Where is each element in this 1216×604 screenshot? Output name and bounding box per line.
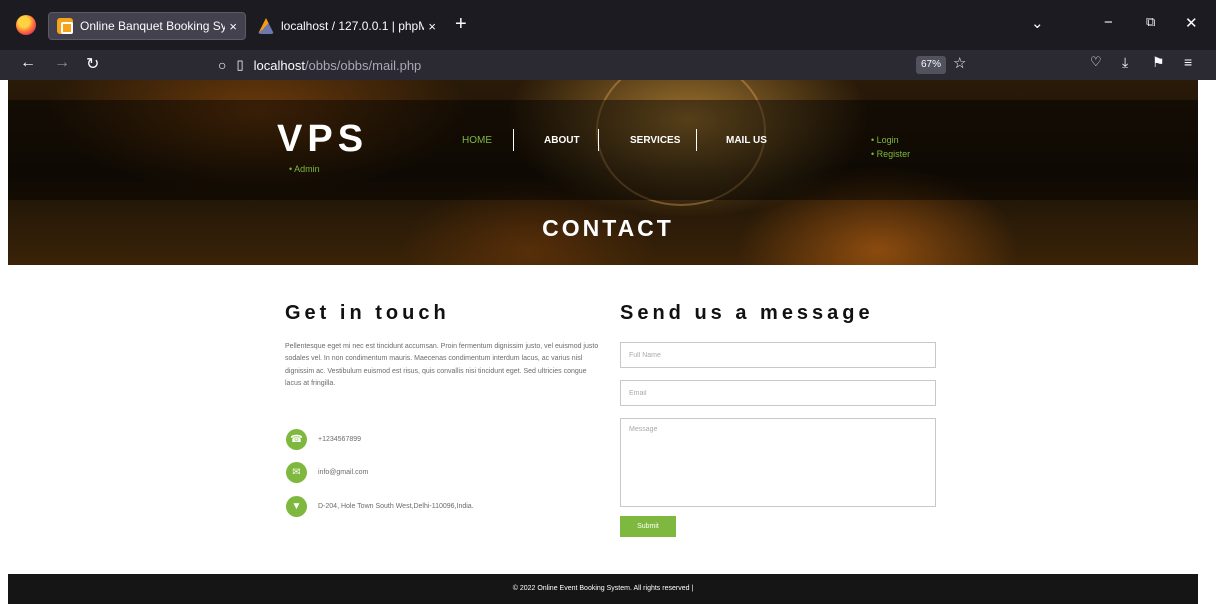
url-host: localhost xyxy=(253,57,305,73)
nav-services[interactable]: SERVICES xyxy=(630,135,680,146)
forward-arrow-icon[interactable]: → xyxy=(54,54,70,72)
full-name-input[interactable] xyxy=(620,342,936,368)
page-info-icon[interactable]: ▯ xyxy=(236,57,243,73)
address-text: D-204, Hole Town South West,Delhi-110096… xyxy=(318,503,474,510)
nav-divider xyxy=(598,129,599,151)
downloads-icon[interactable]: ⤓ xyxy=(1122,54,1128,71)
footer-copyright: © 2022 Online Event Booking System. All … xyxy=(8,574,1198,604)
phone-number: +1234567899 xyxy=(318,436,362,443)
header-band xyxy=(8,100,1198,200)
pocket-icon[interactable]: ♡ xyxy=(1090,54,1102,70)
tab-title: Online Banquet Booking System xyxy=(80,19,226,33)
message-textarea[interactable] xyxy=(620,418,936,507)
tab-online-banquet-booking[interactable]: Online Banquet Booking System × xyxy=(48,12,246,40)
new-tab-button[interactable]: + xyxy=(455,13,467,36)
phpmyadmin-favicon-icon xyxy=(258,18,274,34)
address-bar[interactable]: ○ ▯ localhost/obbs/obbs/mail.php xyxy=(218,54,421,76)
page-title: CONTACT xyxy=(542,215,674,241)
tab-title: localhost / 127.0.0.1 | phpMyAdmin xyxy=(281,19,425,33)
reload-icon[interactable]: ↻ xyxy=(86,54,99,74)
banquet-favicon-icon xyxy=(57,18,73,34)
nav-about[interactable]: ABOUT xyxy=(544,135,580,146)
submit-button[interactable]: Submit xyxy=(620,516,676,537)
get-in-touch-heading: Get in touch xyxy=(285,302,450,324)
bookmark-star-icon[interactable]: ☆ xyxy=(953,54,966,72)
register-link[interactable]: • Register xyxy=(871,149,910,159)
email-address: info@gmail.com xyxy=(318,469,369,476)
browser-nav-bar: ← → ↻ ○ ▯ localhost/obbs/obbs/mail.php ☆… xyxy=(0,50,1216,80)
email-input[interactable] xyxy=(620,380,936,406)
login-link[interactable]: • Login xyxy=(871,135,899,145)
extensions-icon[interactable]: ⚑ xyxy=(1152,54,1165,71)
envelope-icon: ✉ xyxy=(286,462,307,483)
restore-window-icon[interactable]: ⧉ xyxy=(1146,14,1155,30)
admin-link[interactable]: • Admin xyxy=(289,164,320,174)
nav-mail-us[interactable]: MAIL US xyxy=(726,135,767,146)
contact-description: Pellentesque eget mi nec est tincidunt a… xyxy=(285,343,599,387)
site-logo[interactable]: VPS xyxy=(277,118,368,161)
nav-divider xyxy=(513,129,514,151)
url-path: /obbs/obbs/mail.php xyxy=(304,57,422,73)
list-all-tabs-chevron-icon[interactable]: ⌄ xyxy=(1031,14,1044,32)
tab-phpmyadmin[interactable]: localhost / 127.0.0.1 | phpMyAdmin × xyxy=(250,12,444,40)
back-arrow-icon[interactable]: ← xyxy=(20,54,36,72)
nav-home[interactable]: HOME xyxy=(462,135,492,146)
contact-address: ▼ D-204, Hole Town South West,Delhi-1100… xyxy=(286,496,474,517)
close-window-icon[interactable]: ✕ xyxy=(1185,14,1198,32)
contact-email: ✉ info@gmail.com xyxy=(286,462,368,483)
phone-icon: ☎ xyxy=(286,429,307,450)
app-menu-icon[interactable]: ≡ xyxy=(1184,54,1192,70)
tab-close-icon[interactable]: × xyxy=(428,19,436,34)
map-marker-icon: ▼ xyxy=(286,496,307,517)
browser-tab-bar: Online Banquet Booking System × localhos… xyxy=(0,0,1216,50)
send-message-heading: Send us a message xyxy=(620,302,874,324)
minimize-window-icon[interactable]: − xyxy=(1104,14,1113,31)
tab-close-icon[interactable]: × xyxy=(229,19,237,34)
contact-phone: ☎ +1234567899 xyxy=(286,429,361,450)
tracking-shield-icon[interactable]: ○ xyxy=(218,57,226,73)
nav-divider xyxy=(696,129,697,151)
firefox-logo-icon[interactable] xyxy=(16,15,36,35)
zoom-level-badge[interactable]: 67% xyxy=(916,56,946,74)
